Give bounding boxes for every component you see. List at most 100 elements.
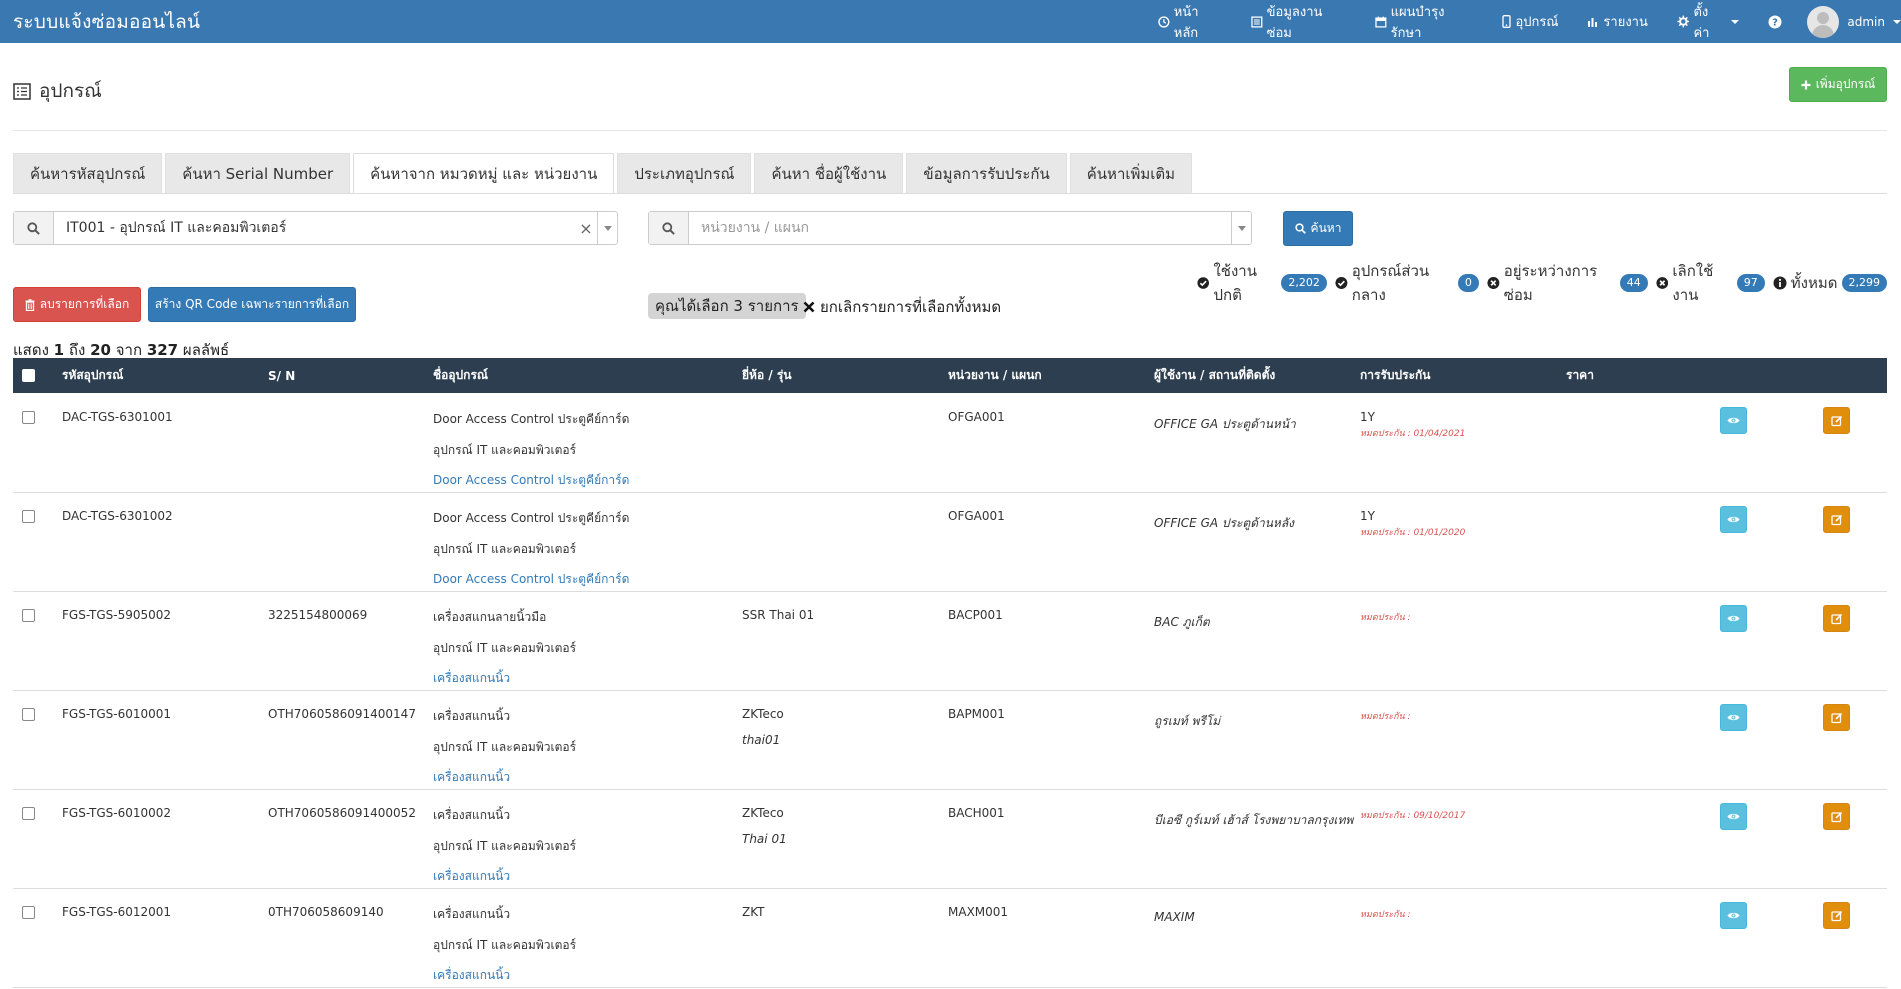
row-checkbox[interactable]: [22, 609, 35, 622]
column-header-name[interactable]: ชื่ออุปกรณ์: [433, 358, 488, 393]
edit-button[interactable]: [1823, 803, 1850, 830]
tab-warranty[interactable]: ข้อมูลการรับประกัน: [906, 153, 1067, 194]
chevron-down-icon[interactable]: [597, 212, 617, 244]
table-row: FGS-TGS-6010002 OTH7060586091400052 เครื่อ…: [13, 790, 1887, 889]
edit-button[interactable]: [1823, 605, 1850, 632]
equipment-type-link[interactable]: เครื่องสแกนนิ้ว: [433, 669, 576, 688]
nav-item-maintenance-plan[interactable]: แผนบำรุงรักษา: [1375, 1, 1474, 43]
edit-button[interactable]: [1823, 407, 1850, 434]
divider: [13, 130, 1887, 131]
page-title: อุปกรณ์: [13, 76, 102, 106]
tab-equipment-code[interactable]: ค้นหารหัสอุปกรณ์: [13, 153, 163, 194]
edit-button[interactable]: [1823, 902, 1850, 929]
status-all[interactable]: ทั้งหมด 2,299: [1773, 271, 1887, 295]
calendar-icon: [1375, 16, 1387, 28]
view-button[interactable]: [1720, 704, 1747, 731]
equipment-info: Door Access Control ประตูคีย์การ์ด อุปกรณ…: [433, 410, 629, 490]
warranty-info: หมดประกัน :: [1360, 905, 1411, 921]
row-checkbox[interactable]: [22, 807, 35, 820]
status-in-repair[interactable]: อยู่ระหว่างการซ่อม 44: [1487, 259, 1648, 307]
nav-item-settings[interactable]: ตั้งค่า: [1677, 1, 1740, 43]
table-row: DAC-TGS-6301002 Door Access Control ประตู…: [13, 493, 1887, 592]
tab-serial-number[interactable]: ค้นหา Serial Number: [165, 153, 351, 194]
table-row: FGS-TGS-6010001 OTH7060586091400147 เครื่อ…: [13, 691, 1887, 790]
column-header-brand[interactable]: ยี่ห้อ / รุ่น: [742, 358, 792, 393]
tab-user-name[interactable]: ค้นหา ชื่อผู้ใช้งาน: [754, 153, 904, 194]
equipment-type-link[interactable]: เครื่องสแกนนิ้ว: [433, 966, 576, 985]
row-checkbox[interactable]: [22, 906, 35, 919]
column-header-user[interactable]: ผู้ใช้งาน / สถานที่ติดตั้ง: [1154, 358, 1275, 393]
mobile-icon: [1502, 15, 1512, 28]
search-icon: [27, 221, 40, 235]
view-button[interactable]: [1720, 506, 1747, 533]
warranty-info: 1Y หมดประกัน : 01/01/2020: [1360, 509, 1465, 539]
select-all-checkbox[interactable]: [22, 358, 35, 393]
tabs-divider: [13, 193, 1887, 194]
equipment-type-link[interactable]: เครื่องสแกนนิ้ว: [433, 867, 576, 886]
warranty-expire: หมดประกัน :: [1360, 910, 1411, 920]
edit-button[interactable]: [1823, 506, 1850, 533]
edit-button[interactable]: [1823, 704, 1850, 731]
summary-prefix: แสดง: [13, 341, 49, 359]
add-equipment-button[interactable]: เพิ่มอุปกรณ์: [1789, 67, 1887, 102]
clear-icon[interactable]: ×: [575, 212, 597, 244]
equipment-category: อุปกรณ์ IT และคอมพิวเตอร์: [433, 938, 577, 952]
row-checkbox[interactable]: [22, 510, 35, 523]
cancel-all-selection[interactable]: ยกเลิกรายการที่เลือกทั้งหมด: [803, 295, 1001, 319]
edit-icon: [1830, 910, 1842, 921]
column-header-department[interactable]: หน่วยงาน / แผนก: [948, 358, 1042, 393]
tab-category-department[interactable]: ค้นหาจาก หมวดหมู่ และ หน่วยงาน: [353, 153, 615, 194]
equipment-name: เครื่องสแกนลายนิ้วมือ: [433, 610, 547, 624]
nav-item-equipment[interactable]: อุปกรณ์: [1502, 11, 1558, 32]
nav-item-reports[interactable]: รายงาน: [1587, 11, 1648, 32]
times-circle-icon: [1487, 277, 1500, 289]
status-retired[interactable]: เลิกใช้งาน 97: [1656, 259, 1765, 307]
column-header-warranty[interactable]: การรับประกัน: [1360, 358, 1431, 393]
brand-model: ZKT: [742, 905, 765, 931]
equipment-type-link[interactable]: Door Access Control ประตูคีย์การ์ด: [433, 471, 629, 490]
equipment-type-link[interactable]: เครื่องสแกนนิ้ว: [433, 768, 576, 787]
row-checkbox[interactable]: [22, 411, 35, 424]
view-button[interactable]: [1720, 407, 1747, 434]
search-button[interactable]: ค้นหา: [1283, 211, 1353, 246]
view-button[interactable]: [1720, 803, 1747, 830]
delete-selected-button[interactable]: ลบรายการที่เลือก: [13, 287, 141, 322]
tab-more-search[interactable]: ค้นหาเพิ่มเติม: [1069, 153, 1193, 194]
app-brand[interactable]: ระบบแจ้งซ่อมออนไลน์: [0, 7, 200, 37]
close-icon: [803, 301, 815, 313]
summary-to: 20: [90, 341, 111, 359]
chevron-down-icon[interactable]: [1231, 212, 1251, 244]
serial-number: 0TH706058609140: [268, 905, 384, 919]
column-header-sn[interactable]: S/ N: [268, 358, 295, 393]
create-qr-button[interactable]: สร้าง QR Code เฉพาะรายการที่เลือก: [148, 287, 356, 322]
department-code: MAXM001: [948, 905, 1009, 919]
user-location: OFFICE GA ประตูด้านหลัง: [1154, 516, 1295, 530]
status-shared[interactable]: อุปกรณ์ส่วนกลาง 0: [1335, 259, 1479, 307]
svg-text:?: ?: [1772, 17, 1778, 28]
nav-item-label: แผนบำรุงรักษา: [1390, 4, 1445, 41]
category-select[interactable]: IT001 - อุปกรณ์ IT และคอมพิวเตอร์ ×: [13, 211, 618, 245]
department-select[interactable]: หน่วยงาน / แผนก: [648, 211, 1252, 245]
equipment-type-link[interactable]: Door Access Control ประตูคีย์การ์ด: [433, 570, 629, 589]
user-location: MAXIM: [1154, 910, 1195, 924]
help-button[interactable]: ?: [1768, 15, 1782, 29]
tab-equipment-type[interactable]: ประเภทอุปกรณ์: [617, 153, 752, 194]
model: Thai 01: [742, 832, 787, 846]
nav-item-home[interactable]: หน้าหลัก: [1158, 1, 1222, 43]
user-menu[interactable]: admin: [1807, 5, 1901, 38]
nav-item-repair-data[interactable]: ข้อมูลงานซ่อม: [1251, 1, 1346, 43]
view-button[interactable]: [1720, 605, 1747, 632]
row-checkbox[interactable]: [22, 708, 35, 721]
column-header-price[interactable]: ราคา: [1566, 358, 1594, 393]
chevron-down-icon: [1893, 19, 1901, 24]
status-active[interactable]: ใช้งานปกติ 2,202: [1197, 259, 1327, 307]
user-location: OFFICE GA ประตูด้านหน้า: [1154, 417, 1296, 431]
question-circle-icon: ?: [1768, 15, 1782, 28]
eye-icon: [1727, 417, 1740, 424]
gear-icon: [1677, 15, 1689, 28]
search-icon: [662, 221, 675, 235]
view-button[interactable]: [1720, 902, 1747, 929]
warranty-info: หมดประกัน :: [1360, 608, 1411, 624]
chevron-down-icon: [1731, 19, 1740, 24]
column-header-code[interactable]: รหัสอุปกรณ์: [62, 358, 123, 393]
